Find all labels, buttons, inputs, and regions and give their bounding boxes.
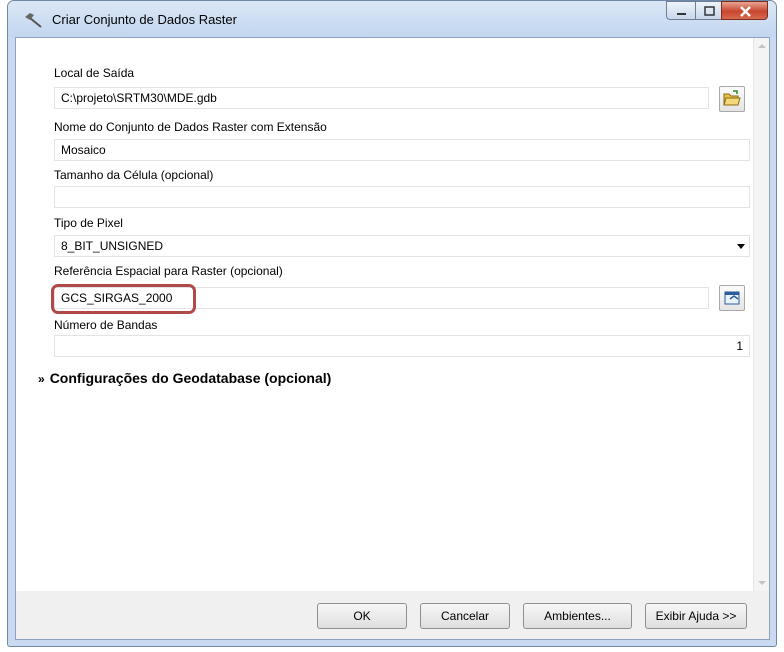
cell-size-input[interactable] bbox=[54, 186, 750, 208]
maximize-icon bbox=[704, 6, 715, 16]
spatial-reference-properties-button[interactable] bbox=[719, 285, 745, 311]
geodatabase-settings-toggle[interactable]: » Configurações do Geodatabase (opcional) bbox=[38, 370, 331, 386]
title-bar[interactable]: Criar Conjunto de Dados Raster bbox=[8, 1, 776, 37]
band-count-label: Número de Bandas bbox=[54, 318, 158, 332]
highlight-annotation bbox=[51, 284, 196, 314]
expand-chevron-icon: » bbox=[38, 372, 45, 386]
show-help-button[interactable]: Exibir Ajuda >> bbox=[645, 603, 747, 629]
maximize-button[interactable] bbox=[695, 1, 722, 20]
ok-button[interactable]: OK bbox=[317, 603, 407, 629]
cancel-button[interactable]: Cancelar bbox=[420, 603, 510, 629]
folder-open-icon bbox=[723, 90, 741, 106]
pixel-type-value: 8_BIT_UNSIGNED bbox=[61, 239, 164, 253]
pixel-type-label: Tipo de Pixel bbox=[54, 216, 123, 230]
dialog-window: Criar Conjunto de Dados Raster Local de … bbox=[7, 0, 777, 647]
window-title: Criar Conjunto de Dados Raster bbox=[52, 12, 237, 27]
properties-icon bbox=[724, 291, 740, 305]
minimize-icon bbox=[677, 13, 686, 15]
close-button[interactable] bbox=[721, 1, 768, 20]
vertical-scrollbar[interactable] bbox=[753, 38, 769, 591]
cell-size-label: Tamanho da Célula (opcional) bbox=[54, 168, 214, 182]
pixel-type-select[interactable]: 8_BIT_UNSIGNED bbox=[54, 235, 750, 257]
scroll-up-icon[interactable] bbox=[758, 44, 766, 48]
dataset-name-label: Nome do Conjunto de Dados Raster com Ext… bbox=[54, 120, 327, 134]
band-count-input[interactable]: 1 bbox=[54, 335, 750, 357]
hammer-icon bbox=[25, 13, 42, 28]
close-icon bbox=[740, 6, 751, 17]
scroll-down-icon[interactable] bbox=[758, 581, 766, 585]
output-location-input[interactable]: C:\projeto\SRTM30\MDE.gdb bbox=[54, 87, 709, 109]
minimize-button[interactable] bbox=[666, 1, 696, 20]
browse-folder-button[interactable] bbox=[719, 86, 745, 112]
geodatabase-settings-label: Configurações do Geodatabase (opcional) bbox=[49, 370, 332, 386]
spatial-reference-label: Referência Espacial para Raster (opciona… bbox=[54, 264, 283, 278]
chevron-down-icon bbox=[737, 244, 745, 249]
parameters-panel: Local de Saída C:\projeto\SRTM30\MDE.gdb… bbox=[16, 38, 753, 591]
output-location-label: Local de Saída bbox=[54, 66, 135, 80]
environments-button[interactable]: Ambientes... bbox=[523, 603, 632, 629]
dialog-body: Local de Saída C:\projeto\SRTM30\MDE.gdb… bbox=[15, 37, 770, 640]
dataset-name-input[interactable]: Mosaico bbox=[54, 139, 750, 161]
